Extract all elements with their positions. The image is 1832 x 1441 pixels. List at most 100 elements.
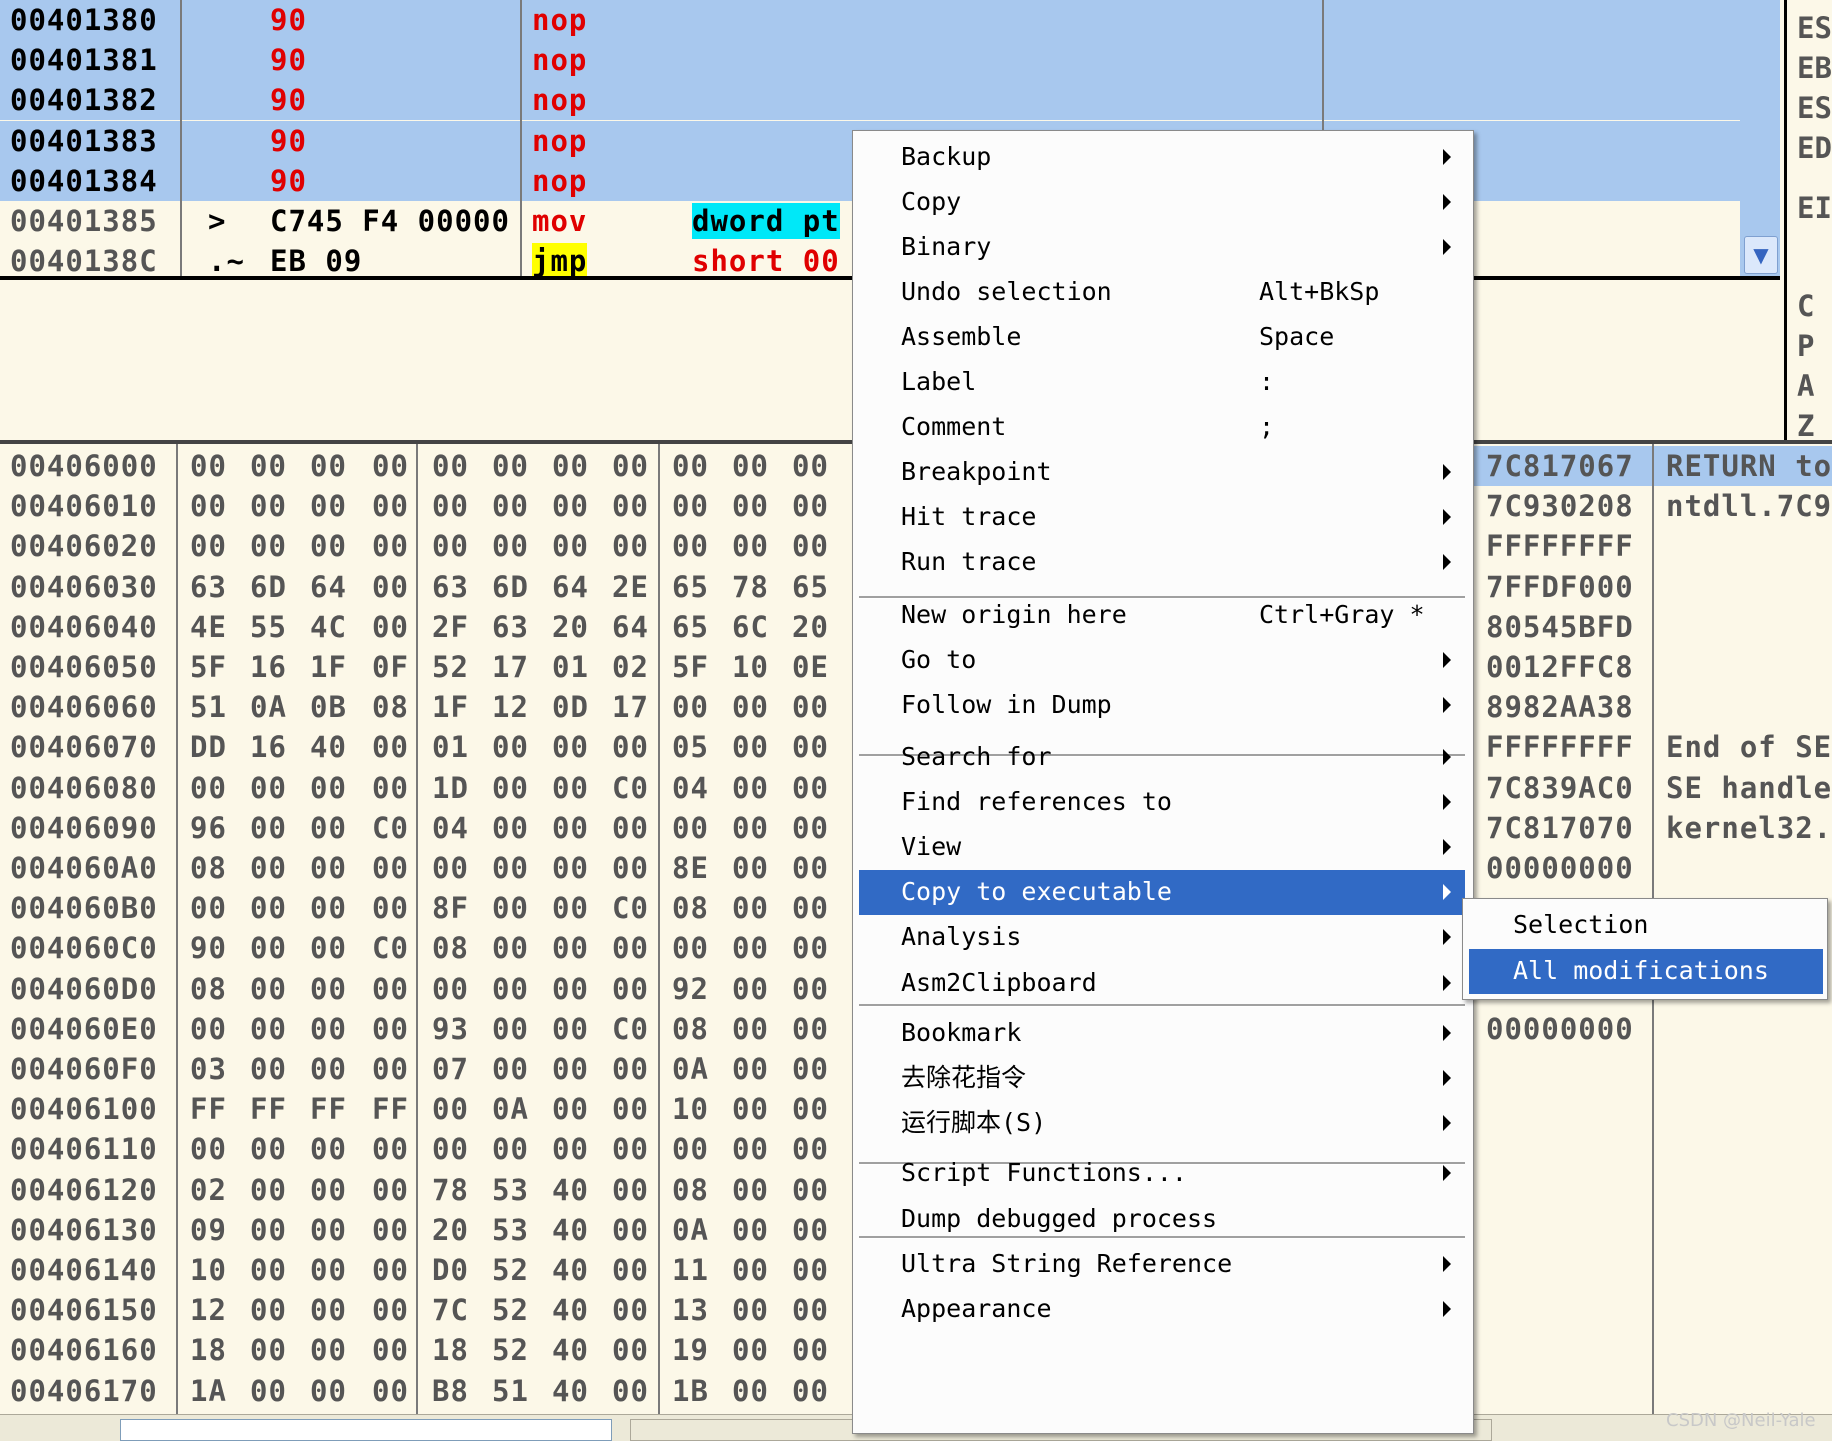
- disasm-row[interactable]: 00401380 90 nop: [0, 0, 1740, 40]
- copy-to-executable-submenu[interactable]: Selection All modifications: [1462, 898, 1828, 1000]
- dump-address: 00406100: [10, 1092, 158, 1127]
- dump-byte: 00: [732, 891, 769, 926]
- stack-value: 7C817070: [1486, 810, 1634, 845]
- menu-item-binary[interactable]: Binary: [859, 225, 1465, 270]
- scroll-down-arrow-icon[interactable]: ▼: [1744, 236, 1778, 274]
- dump-byte: 00: [190, 449, 227, 483]
- menu-separator: [859, 1236, 1465, 1239]
- dump-byte: 00: [250, 810, 287, 845]
- submenu-item-selection[interactable]: Selection: [1469, 903, 1823, 948]
- menu-item-label: Label: [901, 367, 977, 396]
- disasm-hex: 90: [270, 3, 307, 37]
- menu-item-asm2clipboard[interactable]: Asm2Clipboard: [859, 961, 1465, 1006]
- dump-byte: 00: [492, 489, 529, 524]
- menu-item-undo-selection[interactable]: Undo selection Alt+BkSp: [859, 270, 1465, 315]
- menu-item-new-origin-here[interactable]: New origin here Ctrl+Gray *: [859, 593, 1465, 638]
- stack-row[interactable]: FFFFFFFF: [1470, 526, 1832, 566]
- menu-item-label: Analysis: [901, 922, 1022, 951]
- submenu-arrow-icon: [1443, 464, 1451, 480]
- stack-row[interactable]: 7C817067 RETURN to: [1470, 446, 1832, 486]
- dump-byte: 00: [372, 529, 409, 564]
- disasm-row[interactable]: 00401382 90 nop: [0, 80, 1740, 121]
- menu-item-copy[interactable]: Copy: [859, 180, 1465, 225]
- menu-item-ultra-string-reference[interactable]: Ultra String Reference: [859, 1242, 1465, 1287]
- dump-address: 00406150: [10, 1293, 158, 1328]
- dump-byte: 00: [432, 851, 469, 885]
- menu-item-search-for[interactable]: Search for: [859, 735, 1465, 780]
- menu-item-item-23[interactable]: 去除花指令: [859, 1056, 1465, 1101]
- stack-row[interactable]: FFFFFFFF End of SE: [1470, 727, 1832, 767]
- submenu-arrow-icon: [1443, 794, 1451, 810]
- dump-byte: 10: [672, 1092, 709, 1127]
- dump-byte: 00: [792, 891, 829, 926]
- dump-address: 004060E0: [10, 1011, 158, 1046]
- dump-byte: 00: [250, 1373, 287, 1408]
- menu-item-go-to[interactable]: Go to: [859, 638, 1465, 683]
- stack-value: 80545BFD: [1486, 609, 1634, 644]
- dump-byte: 00: [672, 1132, 709, 1167]
- dump-byte: 09: [190, 1212, 227, 1247]
- column-divider: [1322, 0, 1324, 130]
- dump-address: 00406010: [10, 489, 158, 524]
- menu-item-appearance[interactable]: Appearance: [859, 1287, 1465, 1332]
- menu-item-label: Binary: [901, 232, 992, 261]
- menu-item-view[interactable]: View: [859, 825, 1465, 870]
- stack-row[interactable]: 00000000: [1470, 848, 1832, 888]
- stack-row[interactable]: 7C930208 ntdll.7C9: [1470, 486, 1832, 526]
- menu-item-comment[interactable]: Comment;: [859, 405, 1465, 450]
- menu-item-s[interactable]: 运行脚本(S): [859, 1101, 1465, 1146]
- submenu-arrow-icon: [1443, 149, 1451, 165]
- menu-item-script-functions[interactable]: Script Functions...: [859, 1151, 1465, 1196]
- stack-row[interactable]: 00000000: [1470, 1009, 1832, 1049]
- dump-byte: 00: [612, 1132, 649, 1167]
- submenu-item-all-modifications[interactable]: All modifications: [1469, 949, 1823, 994]
- dump-address: 00406160: [10, 1333, 158, 1368]
- menu-item-breakpoint[interactable]: Breakpoint: [859, 450, 1465, 495]
- menu-item-follow-in-dump[interactable]: Follow in Dump: [859, 683, 1465, 728]
- menu-item-run-trace[interactable]: Run trace: [859, 540, 1465, 585]
- menu-item-backup[interactable]: Backup: [859, 135, 1465, 180]
- context-menu[interactable]: Backup Copy Binary Undo selection Alt+BkSp As…: [852, 130, 1474, 1434]
- dump-byte: 90: [190, 931, 227, 966]
- dump-address: 00406130: [10, 1212, 158, 1247]
- dump-byte: 00: [792, 1052, 829, 1086]
- stack-row[interactable]: 7C839AC0 SE handle: [1470, 768, 1832, 808]
- menu-item-hit-trace[interactable]: Hit trace: [859, 495, 1465, 540]
- dump-byte: 0A: [672, 1052, 709, 1086]
- disassembly-scrollbar[interactable]: [1740, 0, 1780, 276]
- dump-byte: 00: [732, 971, 769, 1006]
- dump-byte: C0: [612, 770, 649, 805]
- dump-byte: 00: [612, 1212, 649, 1247]
- dump-byte: 00: [612, 851, 649, 885]
- stack-row[interactable]: 80545BFD: [1470, 607, 1832, 647]
- dump-byte: 0A: [250, 690, 287, 725]
- stack-row[interactable]: 8982AA38: [1470, 687, 1832, 727]
- dump-byte: 05: [672, 730, 709, 765]
- dump-address: 004060A0: [10, 851, 158, 885]
- dump-byte: FF: [310, 1092, 347, 1127]
- submenu-arrow-icon: [1443, 554, 1451, 570]
- registers-pane[interactable]: ESEBESEDEICPAZS: [1784, 0, 1832, 445]
- menu-item-label: Go to: [901, 645, 977, 674]
- stack-value: 7C839AC0: [1486, 770, 1634, 805]
- menu-item-bookmark[interactable]: Bookmark: [859, 1011, 1465, 1056]
- dump-byte: 00: [250, 449, 287, 483]
- menu-item-analysis[interactable]: Analysis: [859, 915, 1465, 960]
- menu-item-shortcut: Alt+BkSp: [1259, 277, 1380, 306]
- menu-item-label: Backup: [901, 142, 992, 171]
- stack-row[interactable]: 7C817070 kernel32.: [1470, 808, 1832, 848]
- stack-row[interactable]: 0012FFC8: [1470, 647, 1832, 687]
- dump-byte: 00: [792, 1212, 829, 1247]
- menu-item-copy-to-executable[interactable]: Copy to executable: [859, 870, 1465, 915]
- menu-item-find-references-to[interactable]: Find references to: [859, 780, 1465, 825]
- disasm-row[interactable]: 00401381 90 nop: [0, 40, 1740, 81]
- menu-item-assemble[interactable]: Assemble Space: [859, 315, 1465, 360]
- dump-byte: 6C: [732, 609, 769, 644]
- submenu-arrow-icon: [1443, 1301, 1451, 1317]
- dump-byte: 00: [310, 1052, 347, 1086]
- dump-byte: 00: [792, 1293, 829, 1328]
- dump-byte: 00: [372, 851, 409, 885]
- stack-row[interactable]: 7FFDF000: [1470, 567, 1832, 607]
- menu-item-label[interactable]: Label:: [859, 360, 1465, 405]
- dump-byte: 20: [432, 1212, 469, 1247]
